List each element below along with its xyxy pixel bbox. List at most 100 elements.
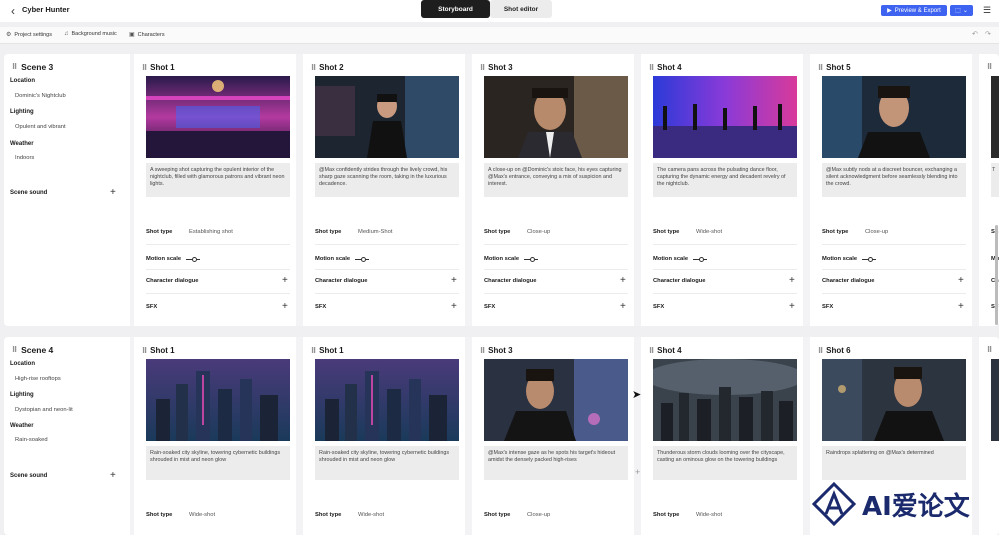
add-scene-sound-icon[interactable]: + — [110, 471, 116, 481]
shot-description[interactable]: Rain-soaked city skyline, towering cyber… — [315, 446, 459, 480]
shot-card[interactable]: ⠿ Shot 3 @Max's intense gaze as he spots … — [472, 337, 634, 535]
shot-card[interactable]: ⠿ Shot 4 Thunderous storm clouds looming … — [641, 337, 803, 535]
add-sfx-icon[interactable]: + — [789, 302, 795, 312]
drag-handle-icon[interactable]: ⠿ — [12, 63, 17, 71]
shot-thumbnail[interactable] — [991, 359, 999, 441]
motion-scale-slider[interactable] — [693, 257, 707, 262]
slider-knob[interactable] — [868, 257, 873, 262]
shot-card[interactable]: ⠿ Shot 5 @Max subtly nods at a discreet b… — [810, 54, 972, 326]
characters-button[interactable]: ▣ Characters — [129, 31, 165, 39]
shot-thumbnail[interactable] — [822, 359, 966, 441]
shot-type-value[interactable]: Close-up — [527, 512, 550, 518]
tab-shot-editor[interactable]: Shot editor — [490, 0, 552, 18]
add-sfx-icon[interactable]: + — [451, 302, 457, 312]
shot-thumbnail[interactable] — [146, 359, 290, 441]
shot-card[interactable]: ⠿ Shot 1 A sweeping shot capturing the op… — [134, 54, 296, 326]
drag-handle-icon[interactable]: ⠿ — [987, 63, 992, 71]
shot-thumbnail[interactable] — [822, 76, 966, 158]
shot-thumbnail[interactable] — [484, 359, 628, 441]
insert-shot-icon[interactable]: + — [635, 467, 640, 477]
background-music-button[interactable]: ♫ Background music — [64, 31, 117, 37]
location-value[interactable]: Dominic's Nightclub — [15, 93, 66, 99]
motion-scale-slider[interactable] — [355, 257, 369, 262]
add-scene-sound-icon[interactable]: + — [110, 188, 116, 198]
add-dialogue-icon[interactable]: + — [451, 276, 457, 286]
drag-handle-icon[interactable]: ⠿ — [311, 64, 316, 72]
slider-knob[interactable] — [699, 257, 704, 262]
add-dialogue-icon[interactable]: + — [282, 276, 288, 286]
drag-handle-icon[interactable]: ⠿ — [12, 346, 17, 354]
project-settings-button[interactable]: ⚙ Project settings — [6, 31, 52, 39]
motion-scale-slider[interactable] — [524, 257, 538, 262]
shot-description[interactable]: Thunderous storm clouds looming over the… — [653, 446, 797, 480]
drag-handle-icon[interactable]: ⠿ — [142, 64, 147, 72]
add-sfx-icon[interactable]: + — [282, 302, 288, 312]
undo-icon[interactable]: ↶ — [972, 30, 978, 38]
shot-thumbnail[interactable] — [484, 76, 628, 158]
slider-knob[interactable] — [361, 257, 366, 262]
shot-card[interactable]: ⠿ Shot 4 The camera pans across the pulsa… — [641, 54, 803, 326]
shot-type-value[interactable]: Medium-Shot — [358, 229, 392, 235]
shot-thumbnail[interactable] — [991, 76, 999, 158]
share-dropdown-button[interactable]: ⬚ ⌄ — [950, 5, 973, 16]
back-arrow-icon[interactable]: ‹ — [6, 4, 20, 18]
shot-card[interactable]: ⠿ Shot 1 Rain-soaked city skyline, toweri… — [134, 337, 296, 535]
add-dialogue-icon[interactable]: + — [958, 276, 964, 286]
shot-card[interactable]: ⠿ Shot 3 A close-up on @Dominic's stoic f… — [472, 54, 634, 326]
drag-handle-icon[interactable]: ⠿ — [649, 347, 654, 355]
shot-type-value[interactable]: Close-up — [865, 229, 888, 235]
shot-type-value[interactable]: Close-up — [527, 229, 550, 235]
drag-handle-icon[interactable]: ⠿ — [987, 346, 992, 354]
drag-handle-icon[interactable]: ⠿ — [142, 347, 147, 355]
vertical-scrollbar[interactable] — [995, 225, 998, 325]
redo-icon[interactable]: ↷ — [985, 30, 991, 38]
shot-type-value[interactable]: Wide-shot — [696, 512, 722, 518]
weather-value[interactable]: Rain-soaked — [15, 437, 48, 443]
shot-description[interactable]: @Max's intense gaze as he spots his targ… — [484, 446, 628, 480]
motion-scale-slider[interactable] — [186, 257, 200, 262]
lighting-value[interactable]: Dystopian and neon-lit — [15, 407, 73, 413]
share-icon: ⬚ — [955, 8, 961, 14]
shot-thumbnail[interactable] — [146, 76, 290, 158]
shot-thumbnail[interactable] — [315, 359, 459, 441]
shot-description[interactable]: A close-up on @Dominic's stoic face, his… — [484, 163, 628, 197]
shot-thumbnail[interactable] — [315, 76, 459, 158]
shot-thumbnail[interactable] — [653, 359, 797, 441]
shot-type-value[interactable]: Establishing shot — [189, 229, 233, 235]
shot-description[interactable]: A sweeping shot capturing the opulent in… — [146, 163, 290, 197]
shot-description[interactable]: @Max confidently strides through the liv… — [315, 163, 459, 197]
shot-description[interactable]: The camera pans across the pulsating dan… — [653, 163, 797, 197]
shot-thumbnail[interactable] — [653, 76, 797, 158]
slider-knob[interactable] — [530, 257, 535, 262]
shot-description[interactable]: Raindrops splattering on @Max's determin… — [822, 446, 966, 480]
shot-description[interactable]: @Max subtly nods at a discreet bouncer, … — [822, 163, 966, 197]
lighting-value[interactable]: Opulent and vibrant — [15, 124, 66, 130]
character-dialogue-label: Character dialogue — [146, 278, 199, 284]
add-sfx-icon[interactable]: + — [958, 302, 964, 312]
location-value[interactable]: High-rise rooftops — [15, 376, 61, 382]
shot-description[interactable]: Rain-soaked city skyline, towering cyber… — [146, 446, 290, 480]
add-dialogue-icon[interactable]: + — [789, 276, 795, 286]
shot-type-value[interactable]: Wide-shot — [696, 229, 722, 235]
shot-card[interactable]: ⠿ Shot 1 Rain-soaked city skyline, toweri… — [303, 337, 465, 535]
shot-title: ⠿ — [987, 63, 992, 71]
hamburger-menu-icon[interactable]: ☰ — [983, 5, 991, 16]
drag-handle-icon[interactable]: ⠿ — [818, 347, 823, 355]
tab-storyboard[interactable]: Storyboard — [421, 0, 490, 18]
drag-handle-icon[interactable]: ⠿ — [818, 64, 823, 72]
motion-scale-slider[interactable] — [862, 257, 876, 262]
drag-handle-icon[interactable]: ⠿ — [311, 347, 316, 355]
shot-description[interactable]: T — [991, 163, 999, 197]
drag-handle-icon[interactable]: ⠿ — [480, 64, 485, 72]
preview-export-button[interactable]: ▶ Preview & Export — [881, 5, 947, 16]
add-sfx-icon[interactable]: + — [620, 302, 626, 312]
slider-knob[interactable] — [192, 257, 197, 262]
shot-type-value[interactable]: Wide-shot — [358, 512, 384, 518]
shot-card[interactable]: ⠿ Shot 2 @Max confidently strides through… — [303, 54, 465, 326]
shot-type-value[interactable]: Wide-shot — [189, 512, 215, 518]
add-dialogue-icon[interactable]: + — [620, 276, 626, 286]
drag-handle-icon[interactable]: ⠿ — [480, 347, 485, 355]
weather-value[interactable]: Indoors — [15, 155, 34, 161]
drag-handle-icon[interactable]: ⠿ — [649, 64, 654, 72]
scene-sidebar: ⠿ Scene 4 Location High-rise rooftops Li… — [4, 337, 130, 535]
